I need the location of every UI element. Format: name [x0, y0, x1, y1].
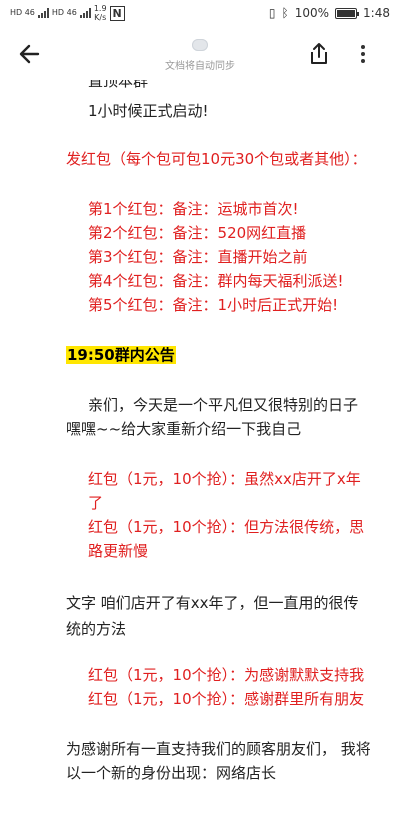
- red-packet-item: 第3个红包：备注：直播开始之前: [88, 248, 308, 266]
- vibrate-icon: ▯: [268, 6, 276, 20]
- red-packet-item: 第5个红包：备注：1小时后正式开始!: [88, 296, 339, 314]
- thanks-line-2: 以一个新的身份出现：网络店长: [66, 764, 277, 782]
- back-arrow-icon: [19, 44, 40, 64]
- red-packet-a-line-1: 红包（1元，10个抢）：虽然xx店开了x年: [88, 470, 361, 488]
- red-packet-d: 红包（1元，10个抢）：感谢群里所有朋友: [88, 690, 365, 708]
- signal-icon: [37, 8, 49, 18]
- document-content: 置顶本群 1小时候正式启动! 发红包（每个包可包10元30个包或者其他）： 第1…: [0, 80, 400, 816]
- red-packet-a-line-2: 了: [88, 494, 104, 512]
- net-speed-unit: K/s: [94, 13, 107, 22]
- status-right: ▯ ᛒ 100% 1:48: [269, 6, 390, 20]
- thanks-line-1: 为感谢所有一直支持我们的顾客朋友们， 我将: [66, 740, 371, 758]
- sim1-label: HD 46: [10, 8, 35, 17]
- share-button[interactable]: [306, 40, 332, 68]
- bluetooth-icon: ᛒ: [281, 6, 289, 20]
- announcement-title-wrap: 19:50群内公告: [66, 344, 176, 366]
- intro-line-2: 1小时候正式启动!: [88, 102, 209, 120]
- greeting-line-2: 嘿嘿~~给大家重新介绍一下我自己: [66, 420, 302, 438]
- net-speed-value: 1.9: [93, 4, 107, 13]
- sync-indicator: 文档将自动同步: [150, 36, 250, 72]
- status-bar: HD 46 HD 46 1.9 K/s N ▯ ᛒ 100% 1:48: [0, 0, 400, 28]
- app-bar: 文档将自动同步: [0, 28, 400, 80]
- intro-line-1: 置顶本群: [88, 80, 149, 90]
- signal-icon-2: [79, 8, 91, 18]
- announcement-title: 19:50群内公告: [66, 346, 176, 364]
- red-packet-header: 发红包（每个包可包10元30个包或者其他）：: [66, 150, 367, 168]
- red-packet-item: 第4个红包：备注：群内每天福利派送!: [88, 272, 344, 290]
- text-line-2: 统的方法: [66, 620, 127, 638]
- battery-icon: [335, 7, 360, 19]
- sync-status-label: 文档将自动同步: [165, 61, 235, 72]
- text-line-1: 文字 咱们店开了有xx年了，但一直用的很传: [66, 594, 359, 612]
- battery-percent: 100%: [294, 6, 330, 20]
- red-packet-b-line-1: 红包（1元，10个抢）：但方法很传统，思: [88, 518, 365, 536]
- clock: 1:48: [363, 6, 390, 20]
- back-button[interactable]: [14, 40, 44, 68]
- share-icon: [311, 43, 327, 64]
- status-left: HD 46 HD 46 1.9 K/s N: [10, 4, 125, 22]
- red-packet-b-line-2: 路更新慢: [88, 542, 149, 560]
- greeting-line-1: 亲们，今天是一个平凡但又很特别的日子: [88, 396, 359, 414]
- red-packet-item: 第2个红包：备注：520网红直播: [88, 224, 307, 242]
- red-packet-item: 第1个红包：备注：运城市首次!: [88, 200, 299, 218]
- sim2-label: HD 46: [51, 8, 77, 17]
- nfc-icon: N: [109, 5, 125, 21]
- red-packet-c: 红包（1元，10个抢）：为感谢默默支持我: [88, 666, 365, 684]
- cloud-icon: [192, 39, 208, 51]
- more-options-button[interactable]: [350, 40, 376, 68]
- net-speed: 1.9 K/s: [94, 4, 107, 22]
